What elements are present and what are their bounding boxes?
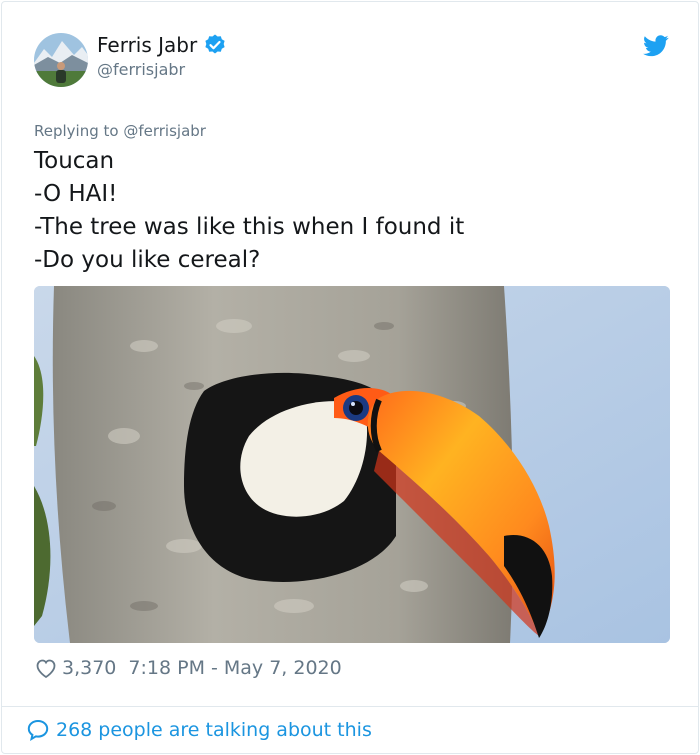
author-name[interactable]: Ferris Jabr (97, 33, 227, 57)
toucan-photo (34, 286, 670, 643)
heart-icon[interactable] (34, 656, 58, 680)
tweet-line: -Do you like cereal? (34, 247, 261, 273)
like-count[interactable]: 3,370 (62, 657, 116, 679)
tweet-line: -O HAI! (34, 181, 118, 207)
author-handle[interactable]: @ferrisjabr (97, 60, 185, 79)
tweet-meta: 3,370 7:18 PM - May 7, 2020 (34, 656, 342, 680)
avatar[interactable] (34, 33, 88, 87)
tweet-text: Toucan -O HAI! -The tree was like this w… (34, 145, 464, 277)
twitter-bird-icon[interactable] (643, 35, 669, 57)
avatar-image (34, 33, 88, 87)
tweet-photo[interactable] (34, 286, 670, 643)
timestamp[interactable]: 7:18 PM - May 7, 2020 (128, 657, 341, 679)
tweet-line: -The tree was like this when I found it (34, 214, 465, 240)
speech-bubble-icon (26, 718, 50, 742)
talking-about-link[interactable]: 268 people are talking about this (26, 718, 372, 742)
talking-about-text: 268 people are talking about this (56, 719, 372, 741)
replying-to[interactable]: Replying to @ferrisjabr (34, 122, 206, 140)
tweet-card: Ferris Jabr @ferrisjabr Replying to @fer… (1, 1, 699, 754)
divider (2, 706, 698, 707)
author-name-text: Ferris Jabr (97, 33, 198, 57)
verified-badge-icon (203, 33, 227, 57)
tweet-line: Toucan (34, 148, 115, 174)
